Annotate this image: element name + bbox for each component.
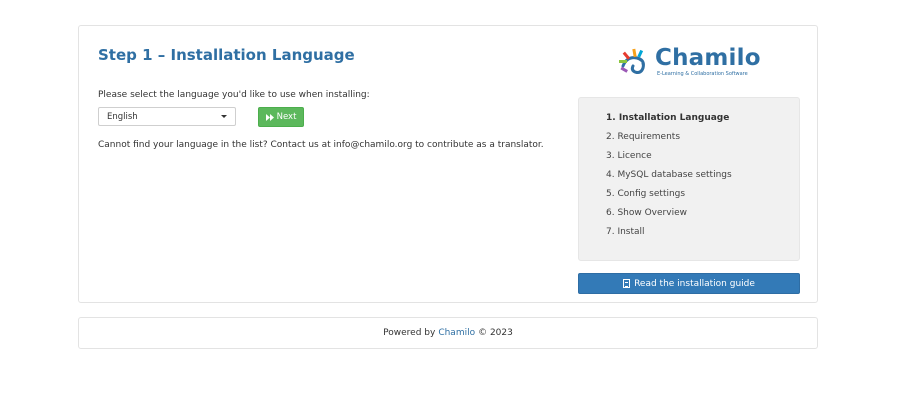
language-prompt: Please select the language you'd like to… [98,90,370,100]
step-item: 1. Installation Language [606,113,730,123]
footer: Powered by Chamilo © 2023 [78,317,818,349]
steps-list: 1. Installation Language 2. Requirements 3… [606,113,732,246]
guide-button-label: Read the installation guide [634,278,755,289]
caret-down-icon [221,115,227,118]
chamilo-chameleon-icon [619,48,645,74]
installation-guide-button[interactable]: Read the installation guide [578,273,800,294]
step-item: 5. Config settings [606,189,686,199]
logo-tagline: E-Learning & Collaboration Software [657,71,748,77]
next-button-label: Next [276,112,297,122]
installer-panel: Step 1 – Installation Language Please se… [78,25,818,303]
footer-prefix: Powered by [383,328,436,338]
footer-copyright: © 2023 [478,328,513,338]
footer-chamilo-link[interactable]: Chamilo [438,328,475,338]
language-select[interactable]: English [98,107,236,126]
next-button[interactable]: Next [258,107,304,127]
page-title: Step 1 – Installation Language [98,46,355,64]
step-item: 4. MySQL database settings [606,170,732,180]
fast-forward-icon [265,113,274,121]
install-steps: 1. Installation Language 2. Requirements 3… [578,97,800,261]
chamilo-logo: Chamilo E-Learning & Collaboration Softw… [619,45,764,82]
step-item: 7. Install [606,227,645,237]
step-item: 3. Licence [606,151,652,161]
step-item: 6. Show Overview [606,208,687,218]
logo-wordmark: Chamilo [655,45,761,71]
help-text: Cannot find your language in the list? C… [98,140,544,150]
language-select-value: English [107,111,138,122]
step-item: 2. Requirements [606,132,681,142]
document-icon [623,279,631,288]
